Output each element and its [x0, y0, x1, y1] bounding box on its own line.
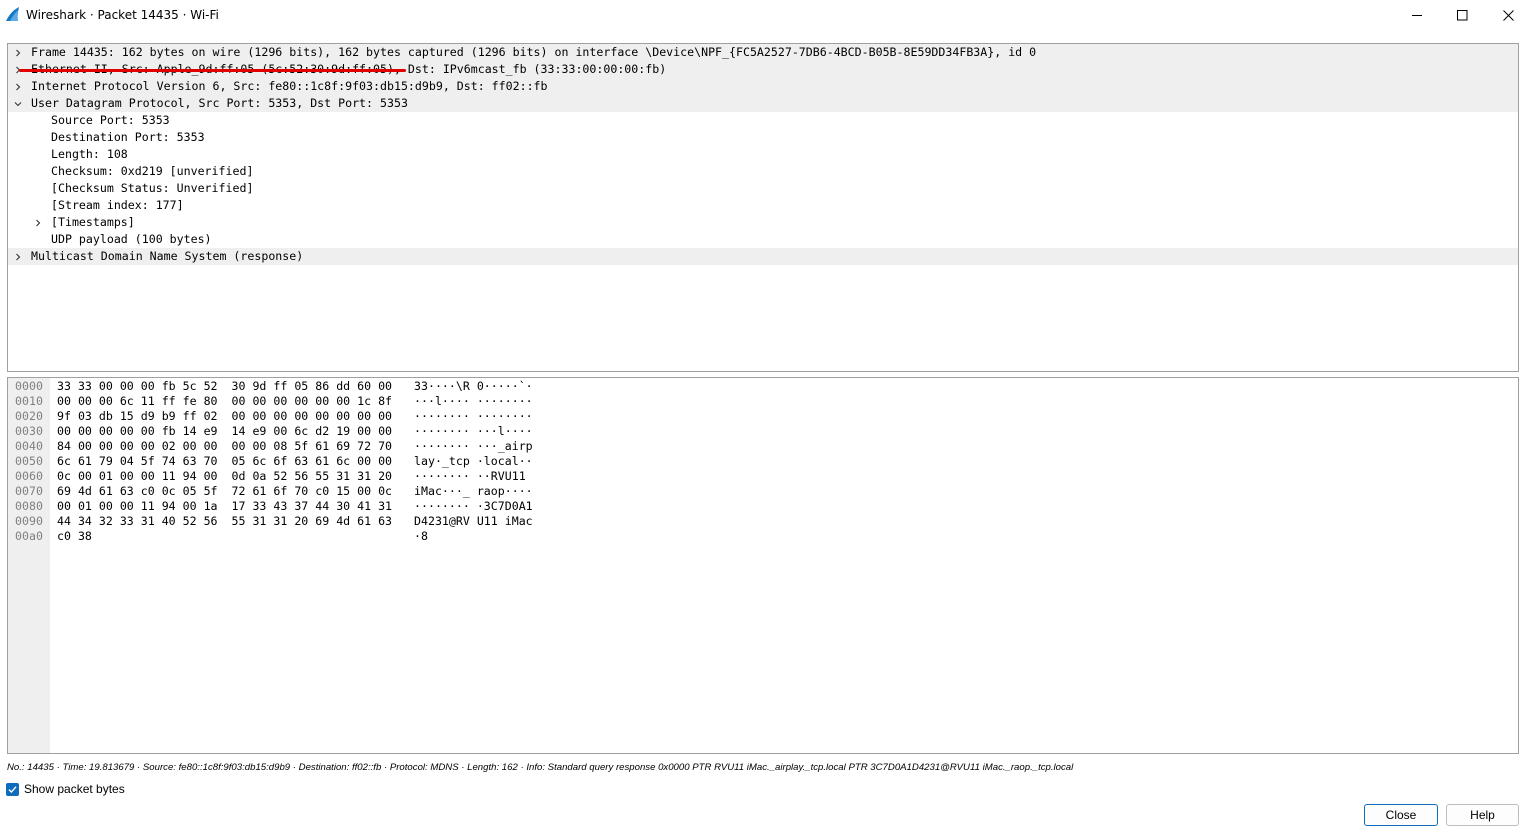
byte-ascii[interactable]: ·8 — [414, 529, 428, 544]
tree-row-label: Frame 14435: 162 bytes on wire (1296 bit… — [31, 45, 1037, 59]
tree-row-label: Source Port: 5353 — [51, 113, 170, 127]
byte-ascii[interactable]: ···l···· ········ — [414, 394, 533, 409]
minimize-icon — [1411, 14, 1422, 16]
wireshark-fin-icon — [5, 6, 21, 22]
byte-hex[interactable]: 00 00 00 6c 11 ff fe 80 00 00 00 00 00 0… — [57, 394, 392, 409]
tree-row[interactable]: Destination Port: 5353 — [8, 129, 1518, 146]
minimize-button[interactable] — [1394, 0, 1440, 30]
chevron-right-icon[interactable] — [12, 248, 24, 265]
byte-offset: 0030 — [15, 424, 43, 438]
tree-row-label: [Timestamps] — [51, 215, 135, 229]
byte-offset: 0090 — [15, 514, 43, 528]
byte-hex[interactable]: 00 00 00 00 00 fb 14 e9 14 e9 00 6c d2 1… — [57, 424, 392, 439]
packet-details-tree[interactable]: Frame 14435: 162 bytes on wire (1296 bit… — [7, 43, 1519, 372]
byte-offset: 0040 — [15, 439, 43, 453]
tree-row[interactable]: Internet Protocol Version 6, Src: fe80::… — [8, 78, 1518, 95]
tree-row-label: [Checksum Status: Unverified] — [51, 181, 254, 195]
chevron-right-icon[interactable] — [12, 78, 24, 95]
byte-hex[interactable]: 33 33 00 00 00 fb 5c 52 30 9d ff 05 86 d… — [57, 379, 392, 394]
tree-row[interactable]: Source Port: 5353 — [8, 112, 1518, 129]
tree-row-label: [Stream index: 177] — [51, 198, 184, 212]
byte-ascii[interactable]: ········ ········ — [414, 409, 533, 424]
byte-hex[interactable]: c0 38 — [57, 529, 92, 544]
byte-offset: 0010 — [15, 394, 43, 408]
byte-hex[interactable]: 9f 03 db 15 d9 b9 ff 02 00 00 00 00 00 0… — [57, 409, 392, 424]
packet-summary-status: No.: 14435 · Time: 19.813679 · Source: f… — [7, 762, 1074, 773]
byte-hex[interactable]: 6c 61 79 04 5f 74 63 70 05 6c 6f 63 61 6… — [57, 454, 392, 469]
byte-hex[interactable]: 69 4d 61 63 c0 0c 05 5f 72 61 6f 70 c0 1… — [57, 484, 392, 499]
byte-ascii[interactable]: D4231@RV U11 iMac — [414, 514, 533, 529]
byte-offset: 0020 — [15, 409, 43, 423]
byte-offset: 00a0 — [15, 529, 43, 543]
chevron-down-icon[interactable] — [12, 95, 24, 112]
tree-row-label: Multicast Domain Name System (response) — [31, 249, 304, 263]
tree-row-label: User Datagram Protocol, Src Port: 5353, … — [31, 96, 408, 110]
tree-row[interactable]: Frame 14435: 162 bytes on wire (1296 bit… — [8, 44, 1518, 61]
highlight-underline — [19, 69, 406, 72]
maximize-icon — [1456, 9, 1467, 20]
tree-row[interactable]: UDP payload (100 bytes) — [8, 231, 1518, 248]
byte-offset: 0070 — [15, 484, 43, 498]
tree-row-label: UDP payload (100 bytes) — [51, 232, 212, 246]
byte-ascii[interactable]: ········ ···_airp — [414, 439, 533, 454]
byte-ascii[interactable]: ········ ·3C7D0A1 — [414, 499, 533, 514]
window-title: Wireshark · Packet 14435 · Wi-Fi — [26, 8, 219, 22]
byte-ascii[interactable]: ········ ··RVU11 — [414, 469, 533, 484]
tree-row[interactable]: Multicast Domain Name System (response) — [8, 248, 1518, 265]
show-packet-bytes-checkbox[interactable]: Show packet bytes — [6, 782, 125, 796]
tree-row[interactable]: User Datagram Protocol, Src Port: 5353, … — [8, 95, 1518, 112]
byte-ascii[interactable]: 33····\R 0·····`· — [414, 379, 533, 394]
byte-offset: 0060 — [15, 469, 43, 483]
byte-offset: 0000 — [15, 379, 43, 393]
tree-row-label: Checksum: 0xd219 [unverified] — [51, 164, 254, 178]
tree-row-label: Length: 108 — [51, 147, 128, 161]
tree-row[interactable]: [Checksum Status: Unverified] — [8, 180, 1518, 197]
packet-bytes-pane[interactable]: 0000 33 33 00 00 00 fb 5c 52 30 9d ff 05 … — [7, 377, 1519, 754]
tree-row[interactable]: [Stream index: 177] — [8, 197, 1518, 214]
byte-hex[interactable]: 0c 00 01 00 00 11 94 00 0d 0a 52 56 55 3… — [57, 469, 392, 484]
chevron-right-icon[interactable] — [12, 44, 24, 61]
byte-ascii[interactable]: ········ ···l···· — [414, 424, 533, 439]
chevron-right-icon[interactable] — [32, 214, 44, 231]
byte-offset: 0080 — [15, 499, 43, 513]
close-window-button[interactable] — [1485, 0, 1530, 30]
close-button[interactable]: Close — [1364, 804, 1438, 826]
byte-hex[interactable]: 44 34 32 33 31 40 52 56 55 31 31 20 69 4… — [57, 514, 392, 529]
byte-hex[interactable]: 00 01 00 00 11 94 00 1a 17 33 43 37 44 3… — [57, 499, 392, 514]
title-bar: Wireshark · Packet 14435 · Wi-Fi — [0, 0, 1530, 30]
maximize-button[interactable] — [1439, 0, 1485, 30]
close-icon — [1502, 9, 1514, 21]
help-button[interactable]: Help — [1446, 804, 1519, 826]
tree-row[interactable]: Checksum: 0xd219 [unverified] — [8, 163, 1518, 180]
checkbox-checked-icon[interactable] — [6, 782, 19, 796]
show-packet-bytes-label: Show packet bytes — [24, 782, 125, 796]
byte-hex[interactable]: 84 00 00 00 00 02 00 00 00 00 08 5f 61 6… — [57, 439, 392, 454]
byte-offset: 0050 — [15, 454, 43, 468]
byte-ascii[interactable]: lay·_tcp ·local·· — [414, 454, 533, 469]
tree-row-label: Destination Port: 5353 — [51, 130, 205, 144]
tree-row-label: Internet Protocol Version 6, Src: fe80::… — [31, 79, 548, 93]
byte-ascii[interactable]: iMac···_ raop···· — [414, 484, 533, 499]
tree-row[interactable]: Length: 108 — [8, 146, 1518, 163]
tree-row[interactable]: [Timestamps] — [8, 214, 1518, 231]
